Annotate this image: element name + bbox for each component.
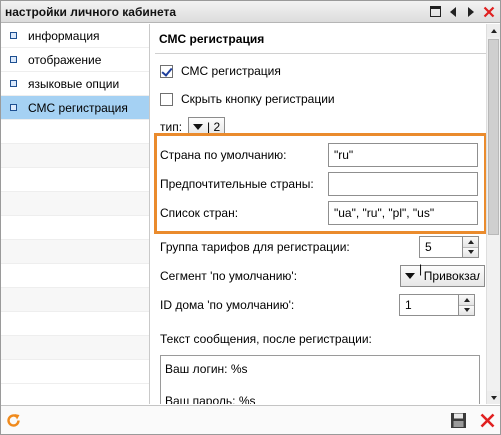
empty-row bbox=[1, 312, 149, 336]
empty-row bbox=[1, 360, 149, 384]
type-value: 2 bbox=[213, 119, 221, 134]
highlight-frame bbox=[154, 133, 486, 234]
sidebar-item-label: отображение bbox=[28, 52, 102, 67]
next-button[interactable] bbox=[464, 5, 478, 19]
hide-register-button-checkbox[interactable] bbox=[160, 92, 173, 106]
title-bar: настройки личного кабинета bbox=[1, 1, 500, 23]
maximize-icon bbox=[429, 6, 441, 17]
tariff-group-value[interactable]: 5 bbox=[419, 236, 463, 258]
save-button[interactable] bbox=[450, 412, 467, 429]
stepper-arrows bbox=[459, 294, 475, 316]
stepper-arrows bbox=[463, 236, 479, 258]
default-segment-label: Сегмент 'по умолчанию': bbox=[160, 269, 298, 283]
stepper-up-button[interactable] bbox=[459, 295, 474, 305]
chevron-up-icon bbox=[467, 239, 474, 244]
scroll-up-button[interactable] bbox=[487, 24, 500, 37]
tariff-group-label: Группа тарифов для регистрации: bbox=[160, 240, 350, 254]
default-house-id-value[interactable]: 1 bbox=[399, 294, 459, 316]
empty-row bbox=[1, 216, 149, 240]
section-title: СМС регистрация bbox=[159, 32, 265, 46]
empty-row bbox=[1, 192, 149, 216]
empty-row bbox=[1, 168, 149, 192]
close-icon bbox=[480, 413, 495, 428]
default-house-id-stepper[interactable]: 1 bbox=[399, 294, 475, 316]
save-icon bbox=[451, 413, 466, 428]
empty-row bbox=[1, 288, 149, 312]
default-segment-dropdown[interactable]: | Привокзаль... bbox=[400, 262, 485, 287]
empty-row bbox=[1, 336, 149, 360]
empty-row bbox=[1, 144, 149, 168]
sms-registration-row: СМС регистрация bbox=[160, 64, 281, 78]
default-house-id-label: ID дома 'по умолчанию': bbox=[160, 298, 295, 312]
chevron-down-icon bbox=[193, 123, 204, 130]
prev-button[interactable] bbox=[446, 5, 460, 19]
empty-row bbox=[1, 264, 149, 288]
chevron-up-icon bbox=[490, 28, 497, 33]
sidebar-item-display[interactable]: отображение bbox=[1, 48, 149, 72]
sidebar-item-label: информация bbox=[28, 28, 100, 43]
sidebar-item-info[interactable]: информация bbox=[1, 24, 149, 48]
chevron-up-icon bbox=[463, 297, 470, 302]
sms-registration-label: СМС регистрация bbox=[181, 64, 281, 78]
tariff-group-row: Группа тарифов для регистрации: 5 bbox=[160, 236, 479, 258]
sms-registration-checkbox[interactable] bbox=[160, 64, 173, 78]
maximize-button[interactable] bbox=[428, 5, 442, 19]
default-segment-row: Сегмент 'по умолчанию': | Привокзаль... bbox=[160, 262, 485, 287]
default-segment-value: Привокзаль... bbox=[423, 269, 480, 283]
hide-register-button-row: Скрыть кнопку регистрации bbox=[160, 92, 335, 106]
sidebar: информация отображение языковые опции СМ… bbox=[1, 24, 150, 404]
default-house-id-row: ID дома 'по умолчанию': 1 bbox=[160, 294, 475, 316]
sidebar-item-sms-registration[interactable]: СМС регистрация bbox=[1, 96, 149, 120]
chevron-down-icon bbox=[490, 395, 497, 400]
bullet-icon bbox=[10, 80, 17, 87]
message-line: Ваш логин: %s bbox=[165, 362, 248, 376]
settings-window: настройки личного кабинета информация от… bbox=[0, 0, 501, 435]
empty-row bbox=[1, 120, 149, 144]
tariff-group-stepper[interactable]: 5 bbox=[419, 236, 479, 258]
divider bbox=[155, 53, 486, 54]
chevron-down-icon bbox=[463, 308, 470, 313]
window-title: настройки личного кабинета bbox=[5, 4, 177, 19]
chevron-down-icon bbox=[467, 250, 474, 255]
vertical-scrollbar[interactable] bbox=[486, 24, 500, 404]
bullet-icon bbox=[10, 104, 17, 111]
close-button[interactable] bbox=[482, 5, 496, 19]
chevron-down-icon bbox=[405, 273, 415, 279]
scroll-thumb[interactable] bbox=[488, 39, 499, 235]
close-icon bbox=[483, 6, 495, 17]
scroll-down-button[interactable] bbox=[487, 391, 500, 404]
prev-icon bbox=[450, 6, 456, 17]
settings-panel: СМС регистрация СМС регистрация Скрыть к… bbox=[151, 24, 486, 404]
stepper-down-button[interactable] bbox=[459, 304, 474, 315]
bullet-icon bbox=[10, 56, 17, 63]
bottom-toolbar bbox=[1, 405, 500, 434]
sidebar-item-label: СМС регистрация bbox=[28, 100, 128, 115]
stepper-down-button[interactable] bbox=[463, 246, 478, 257]
empty-row bbox=[1, 240, 149, 264]
message-label: Текст сообщения, после регистрации: bbox=[160, 332, 372, 346]
next-icon bbox=[468, 6, 474, 17]
sidebar-item-label: языковые опции bbox=[28, 76, 120, 91]
refresh-button[interactable] bbox=[5, 412, 22, 429]
sidebar-item-language[interactable]: языковые опции bbox=[1, 72, 149, 96]
cancel-button[interactable] bbox=[479, 412, 496, 429]
message-textarea[interactable]: Ваш логин: %s Ваш пароль: %s bbox=[160, 355, 480, 404]
hide-register-button-label: Скрыть кнопку регистрации bbox=[181, 92, 335, 106]
message-line: Ваш пароль: %s bbox=[165, 394, 256, 404]
bullet-icon bbox=[10, 32, 17, 39]
stepper-up-button[interactable] bbox=[463, 237, 478, 247]
type-label: тип: bbox=[160, 119, 183, 134]
refresh-icon bbox=[7, 414, 20, 427]
